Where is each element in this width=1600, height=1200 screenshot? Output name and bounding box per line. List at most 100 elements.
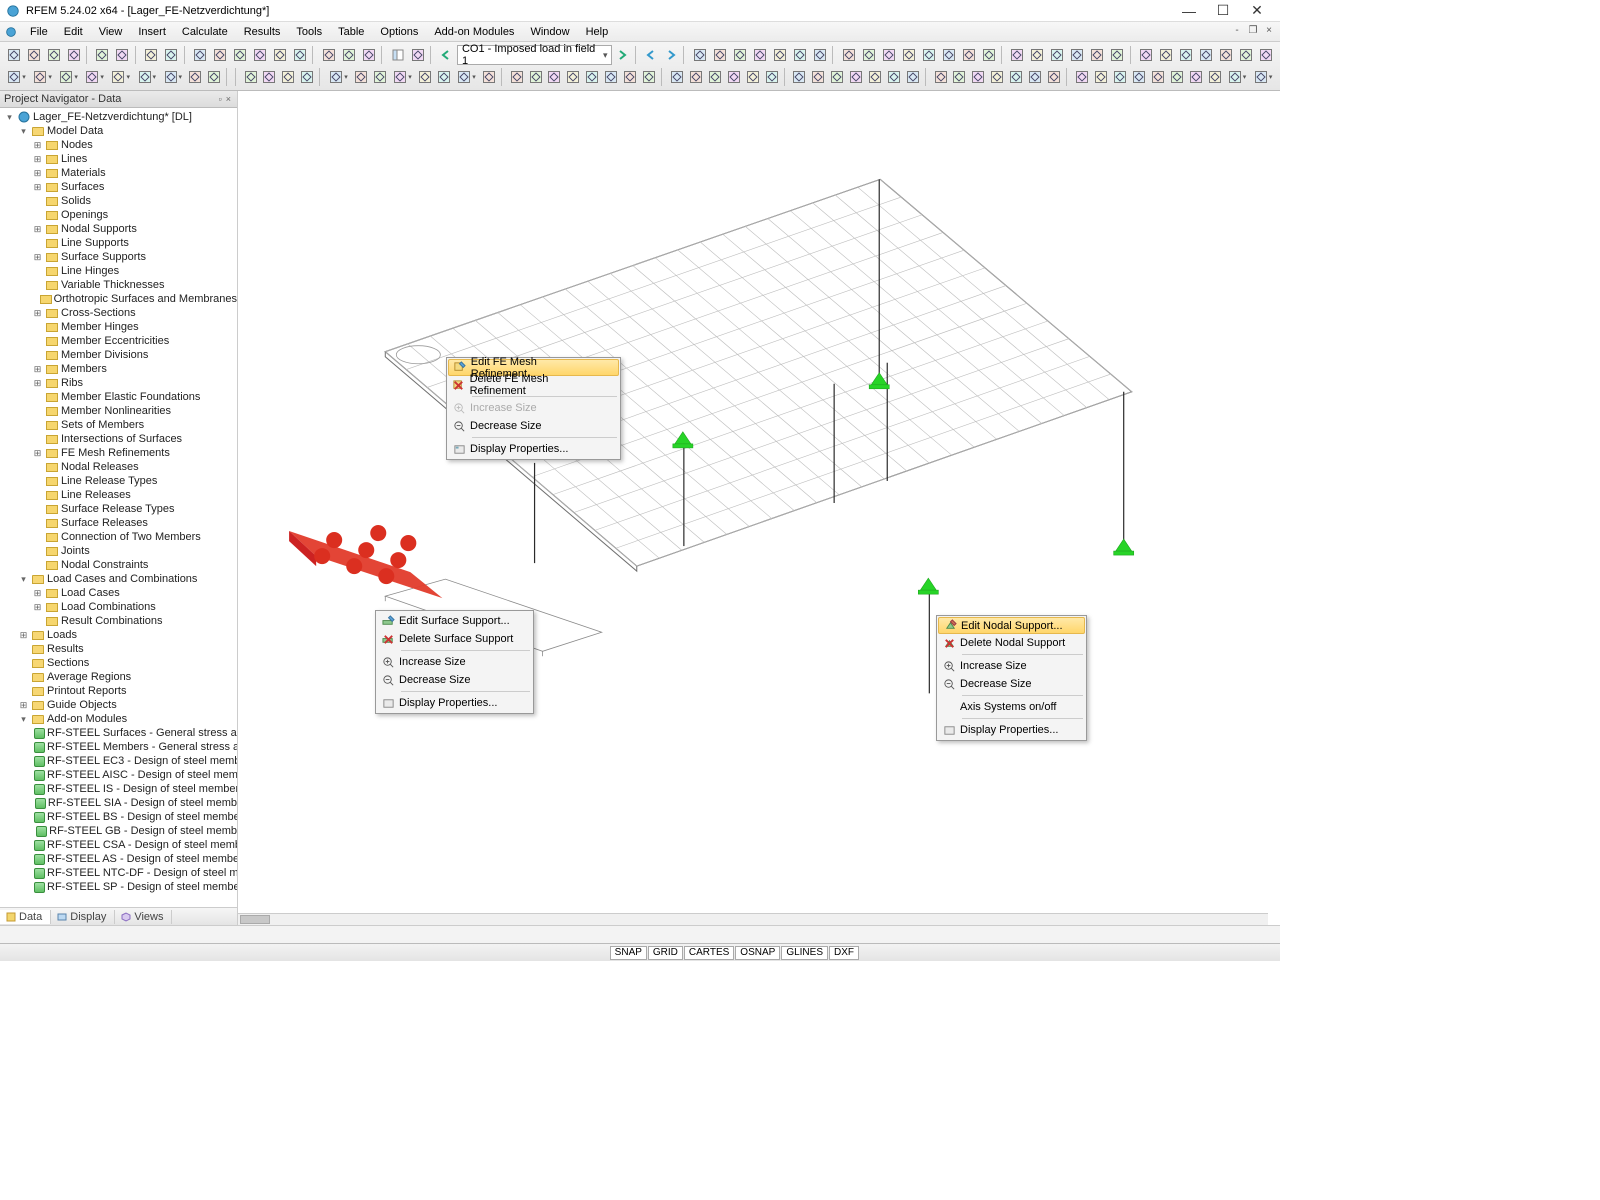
select-tool-18-button[interactable] xyxy=(1026,67,1044,87)
tree-result-combinations[interactable]: Result Combinations xyxy=(0,614,237,628)
result-tool-6-button[interactable] xyxy=(810,45,829,65)
select-tool-12-button[interactable] xyxy=(904,67,922,87)
maximize-button[interactable]: ☐ xyxy=(1206,1,1240,21)
edit-tool-2-button[interactable] xyxy=(230,45,249,65)
expander-icon[interactable]: ⊞ xyxy=(32,154,43,165)
loadcase-prev-button[interactable] xyxy=(437,45,456,65)
tree-nodal-releases[interactable]: Nodal Releases xyxy=(0,460,237,474)
menu-help[interactable]: Help xyxy=(578,24,617,40)
load-tool-1-button[interactable] xyxy=(527,67,545,87)
select-tool-3-button[interactable] xyxy=(725,67,743,87)
nav-back-button[interactable] xyxy=(641,45,660,65)
display-tool-9-button[interactable]: ▾ xyxy=(1251,67,1276,87)
expander-icon[interactable] xyxy=(32,294,38,305)
select-tool-10-button[interactable] xyxy=(866,67,884,87)
tree-sets-of-members[interactable]: Sets of Members xyxy=(0,418,237,432)
tree-member-nonlinearities[interactable]: Member Nonlinearities xyxy=(0,404,237,418)
draw-tool-8-button[interactable] xyxy=(205,67,223,87)
status-dxf[interactable]: DXF xyxy=(829,946,859,960)
expander-icon[interactable] xyxy=(32,616,43,627)
modify-tool-0-button[interactable]: ▾ xyxy=(326,67,351,87)
expander-icon[interactable] xyxy=(32,406,43,417)
menu-edit[interactable]: Edit xyxy=(56,24,91,40)
ctx-delete-surface-support[interactable]: Delete Surface Support xyxy=(377,630,532,648)
toggle-panel-button[interactable] xyxy=(388,45,407,65)
select-tool-11-button[interactable] xyxy=(885,67,903,87)
result-tool-11-button[interactable] xyxy=(919,45,938,65)
tree-line-release-types[interactable]: Line Release Types xyxy=(0,474,237,488)
tree-cross-sections[interactable]: ⊞Cross-Sections xyxy=(0,306,237,320)
copy-tool-1-button[interactable] xyxy=(261,67,279,87)
load-tool-0-button[interactable] xyxy=(508,67,526,87)
ctx-delete-fe-mesh[interactable]: Delete FE Mesh Refinement xyxy=(448,376,619,394)
ctx-edit-nodal-support[interactable]: Edit Nodal Support... xyxy=(938,617,1085,634)
expander-icon[interactable] xyxy=(32,518,43,529)
tree-mod-rf-steel-ec-des[interactable]: RF-STEEL EC3 - Design of steel memb xyxy=(0,754,237,768)
viewport-scrollbar-h[interactable] xyxy=(238,913,1268,925)
ctx-surf-increase[interactable]: Increase Size xyxy=(377,653,532,671)
expander-icon[interactable] xyxy=(32,420,43,431)
tree-results[interactable]: Results xyxy=(0,642,237,656)
tree-printout-reports[interactable]: Printout Reports xyxy=(0,684,237,698)
result-tool-10-button[interactable] xyxy=(899,45,918,65)
expander-icon[interactable]: ▾ xyxy=(4,112,15,123)
result-tool-8-button[interactable] xyxy=(859,45,878,65)
load-tool-2-button[interactable] xyxy=(545,67,563,87)
expander-icon[interactable] xyxy=(32,798,33,809)
load-tool-5-button[interactable] xyxy=(602,67,620,87)
tab-data[interactable]: Data xyxy=(0,910,51,924)
tree-root[interactable]: ▾Lager_FE-Netzverdichtung* [DL] xyxy=(0,110,237,124)
modify-tool-6-button[interactable]: ▾ xyxy=(454,67,479,87)
print-preview-button[interactable] xyxy=(162,45,181,65)
expander-icon[interactable] xyxy=(32,532,43,543)
expander-icon[interactable] xyxy=(32,322,43,333)
tree-mod-rf-steel-sia-des[interactable]: RF-STEEL SIA - Design of steel memb xyxy=(0,796,237,810)
ctx-decrease-size[interactable]: Decrease Size xyxy=(448,417,619,435)
result-tool-27-button[interactable] xyxy=(1257,45,1276,65)
tree-member-hinges[interactable]: Member Hinges xyxy=(0,320,237,334)
menu-file[interactable]: File xyxy=(22,24,56,40)
display-tool-6-button[interactable] xyxy=(1187,67,1205,87)
pin-icon[interactable]: ▫ xyxy=(219,94,222,104)
loadcase-next-button[interactable] xyxy=(613,45,632,65)
menu-results[interactable]: Results xyxy=(236,24,289,40)
tree-nodal-constraints[interactable]: Nodal Constraints xyxy=(0,558,237,572)
nav-fwd-button[interactable] xyxy=(661,45,680,65)
tree-member-divisions[interactable]: Member Divisions xyxy=(0,348,237,362)
ctx-nodal-display[interactable]: Display Properties... xyxy=(938,721,1085,739)
expander-icon[interactable] xyxy=(32,462,43,473)
expander-icon[interactable] xyxy=(32,434,43,445)
display-tool-4-button[interactable] xyxy=(1149,67,1167,87)
context-menu-nodal-support[interactable]: Edit Nodal Support... Delete Nodal Suppo… xyxy=(936,615,1087,741)
tree-mod-rf-steel-sp-desi[interactable]: RF-STEEL SP - Design of steel membe xyxy=(0,880,237,894)
expander-icon[interactable] xyxy=(32,210,43,221)
result-tool-0-button[interactable] xyxy=(690,45,709,65)
close-button[interactable]: ✕ xyxy=(1240,1,1274,21)
select-tool-8-button[interactable] xyxy=(828,67,846,87)
tree-mod-rf-steel-members-[interactable]: RF-STEEL Members - General stress a xyxy=(0,740,237,754)
expander-icon[interactable] xyxy=(18,686,29,697)
expander-icon[interactable] xyxy=(32,546,43,557)
result-tool-3-button[interactable] xyxy=(750,45,769,65)
tree-member-eccentricities[interactable]: Member Eccentricities xyxy=(0,334,237,348)
select-tool-6-button[interactable] xyxy=(790,67,808,87)
select-tool-17-button[interactable] xyxy=(1007,67,1025,87)
edit-tool-0-button[interactable] xyxy=(190,45,209,65)
result-tool-7-button[interactable] xyxy=(839,45,858,65)
menu-table[interactable]: Table xyxy=(330,24,372,40)
tree-nodes[interactable]: ⊞Nodes xyxy=(0,138,237,152)
tree-mod-rf-steel-bs-desi[interactable]: RF-STEEL BS - Design of steel membe xyxy=(0,810,237,824)
edit-tool-5-button[interactable] xyxy=(290,45,309,65)
print-button[interactable] xyxy=(142,45,161,65)
tree-mod-rf-steel-is-desi[interactable]: RF-STEEL IS - Design of steel member xyxy=(0,782,237,796)
tree-guide-objects[interactable]: ⊞Guide Objects xyxy=(0,698,237,712)
load-tool-6-button[interactable] xyxy=(621,67,639,87)
result-tool-21-button[interactable] xyxy=(1137,45,1156,65)
tree-sections[interactable]: Sections xyxy=(0,656,237,670)
expander-icon[interactable]: ⊞ xyxy=(32,182,43,193)
edit-tool-1-button[interactable] xyxy=(210,45,229,65)
result-tool-12-button[interactable] xyxy=(939,45,958,65)
ctx-display-properties[interactable]: Display Properties... xyxy=(448,440,619,458)
tree-openings[interactable]: Openings xyxy=(0,208,237,222)
select-tool-14-button[interactable] xyxy=(951,67,969,87)
